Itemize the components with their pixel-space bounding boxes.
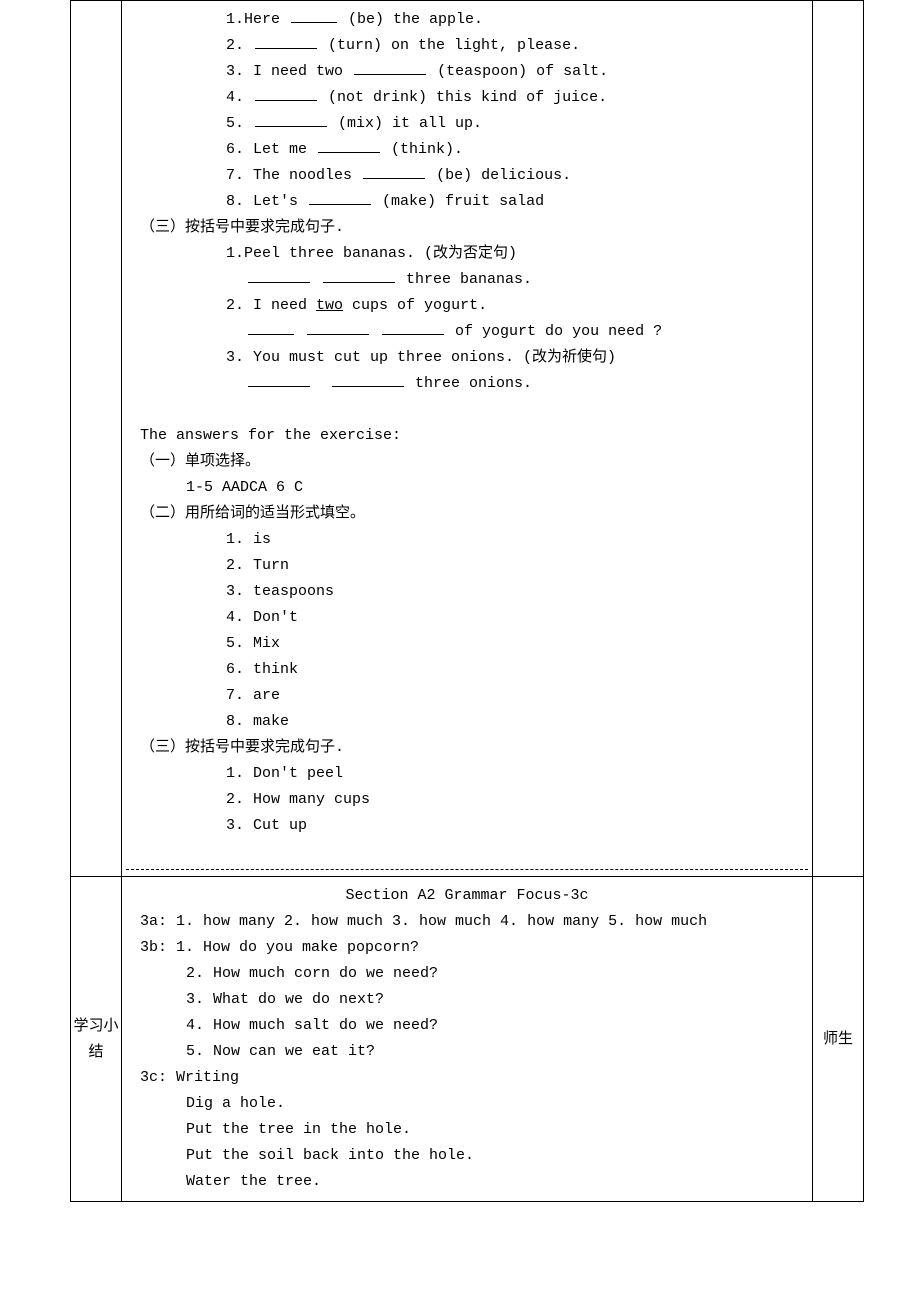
text: 6. Let me xyxy=(226,141,316,158)
answer-line: 7. are xyxy=(126,683,808,709)
exercise-item: 7. The noodles (be) delicious. xyxy=(126,163,808,189)
text: (mix) it all up. xyxy=(338,115,482,132)
text: 2. xyxy=(226,37,253,54)
answer-line: 5. Now can we eat it? xyxy=(126,1039,808,1065)
page: 1.Here (be) the apple. 2. (turn) on the … xyxy=(0,0,920,1202)
dashed-divider xyxy=(126,869,808,870)
answer-line: 5. Mix xyxy=(126,631,808,657)
fill-blank[interactable] xyxy=(248,371,310,387)
content-block-1: 1.Here (be) the apple. 2. (turn) on the … xyxy=(122,1,812,876)
text: cups of yogurt. xyxy=(352,297,487,314)
exercise-item: 3. I need two (teaspoon) of salt. xyxy=(126,59,808,85)
text: 8. Let's xyxy=(226,193,298,210)
exercise-item: of yogurt do you need ? xyxy=(126,319,808,345)
text: (turn) on the light, please. xyxy=(328,37,580,54)
content-block-2: Section A2 Grammar Focus-3c 3a: 1. how m… xyxy=(122,877,812,1201)
fill-blank[interactable] xyxy=(248,319,294,335)
answer-line: 2. How much corn do we need? xyxy=(126,961,808,987)
fill-blank[interactable] xyxy=(255,111,327,127)
answer-line: 1. Don't peel xyxy=(126,761,808,787)
text: 3. I need two xyxy=(226,63,343,80)
fill-blank[interactable] xyxy=(255,85,317,101)
fill-blank[interactable] xyxy=(363,163,425,179)
answer-line: 6. think xyxy=(126,657,808,683)
answer-line: 3c: Writing xyxy=(126,1065,808,1091)
text: 4. xyxy=(226,89,253,106)
section-heading: （二）用所给词的适当形式填空。 xyxy=(126,501,808,527)
exercise-item: 8. Let's (make) fruit salad xyxy=(126,189,808,215)
answers-title: The answers for the exercise: xyxy=(126,423,808,449)
right-label-cell: 师生 xyxy=(813,877,864,1202)
section-heading: （三）按括号中要求完成句子. xyxy=(126,735,808,761)
text: 2. I need xyxy=(226,297,316,314)
table-row: 1.Here (be) the apple. 2. (turn) on the … xyxy=(71,1,864,877)
text: 1.Here xyxy=(226,11,289,28)
answer-line: Water the tree. xyxy=(126,1169,808,1195)
answer-line: 2. Turn xyxy=(126,553,808,579)
text: (be) the apple. xyxy=(348,11,483,28)
answer-line: Put the soil back into the hole. xyxy=(126,1143,808,1169)
text: (be) delicious. xyxy=(436,167,571,184)
text: three onions. xyxy=(415,375,532,392)
text: (teaspoon) of salt. xyxy=(437,63,608,80)
fill-blank[interactable] xyxy=(307,319,369,335)
exercise-item: 5. (mix) it all up. xyxy=(126,111,808,137)
answer-line: 4. How much salt do we need? xyxy=(126,1013,808,1039)
text: (make) fruit salad xyxy=(382,193,544,210)
answer-line: 3. What do we do next? xyxy=(126,987,808,1013)
main-cell-1: 1.Here (be) the apple. 2. (turn) on the … xyxy=(122,1,813,877)
answer-line: 1. is xyxy=(126,527,808,553)
text: of yogurt do you need ? xyxy=(455,323,662,340)
text: 7. The noodles xyxy=(226,167,352,184)
answer-line: 2. How many cups xyxy=(126,787,808,813)
table-row: 学习小结 Section A2 Grammar Focus-3c 3a: 1. … xyxy=(71,877,864,1202)
answer-line: 1-5 AADCA 6 C xyxy=(126,475,808,501)
answer-line: 3a: 1. how many 2. how much 3. how much … xyxy=(126,909,808,935)
exercise-item: 3. You must cut up three onions. (改为祈使句) xyxy=(126,345,808,371)
fill-blank[interactable] xyxy=(382,319,444,335)
left-label-cell: 学习小结 xyxy=(71,877,122,1202)
text: (think). xyxy=(391,141,463,158)
text: three bananas. xyxy=(406,271,532,288)
fill-blank[interactable] xyxy=(291,7,337,23)
answer-line: Put the tree in the hole. xyxy=(126,1117,808,1143)
answer-line: 3. teaspoons xyxy=(126,579,808,605)
exercise-item: 2. I need two cups of yogurt. xyxy=(126,293,808,319)
answer-line: 8. make xyxy=(126,709,808,735)
fill-blank[interactable] xyxy=(323,267,395,283)
fill-blank[interactable] xyxy=(354,59,426,75)
text: (not drink) this kind of juice. xyxy=(328,89,607,106)
fill-blank[interactable] xyxy=(318,137,380,153)
fill-blank[interactable] xyxy=(309,189,371,205)
answer-line: 3b: 1. How do you make popcorn? xyxy=(126,935,808,961)
fill-blank[interactable] xyxy=(255,33,317,49)
exercise-item: three bananas. xyxy=(126,267,808,293)
text: 5. xyxy=(226,115,253,132)
exercise-item: 1.Here (be) the apple. xyxy=(126,7,808,33)
exercise-item: 4. (not drink) this kind of juice. xyxy=(126,85,808,111)
section-heading: （三）按括号中要求完成句子. xyxy=(126,215,808,241)
underlined-word: two xyxy=(316,297,343,314)
right-label-cell xyxy=(813,1,864,877)
answer-line: Dig a hole. xyxy=(126,1091,808,1117)
exercise-item: 2. (turn) on the light, please. xyxy=(126,33,808,59)
section-heading: （一）单项选择。 xyxy=(126,449,808,475)
fill-blank[interactable] xyxy=(332,371,404,387)
answer-line: 3. Cut up xyxy=(126,813,808,839)
answer-line: 4. Don't xyxy=(126,605,808,631)
left-label-cell xyxy=(71,1,122,877)
layout-table: 1.Here (be) the apple. 2. (turn) on the … xyxy=(70,0,864,1202)
section-title: Section A2 Grammar Focus-3c xyxy=(126,883,808,909)
exercise-item: 1.Peel three bananas. (改为否定句) xyxy=(126,241,808,267)
exercise-item: 6. Let me (think). xyxy=(126,137,808,163)
exercise-item: three onions. xyxy=(126,371,808,397)
main-cell-2: Section A2 Grammar Focus-3c 3a: 1. how m… xyxy=(122,877,813,1202)
fill-blank[interactable] xyxy=(248,267,310,283)
